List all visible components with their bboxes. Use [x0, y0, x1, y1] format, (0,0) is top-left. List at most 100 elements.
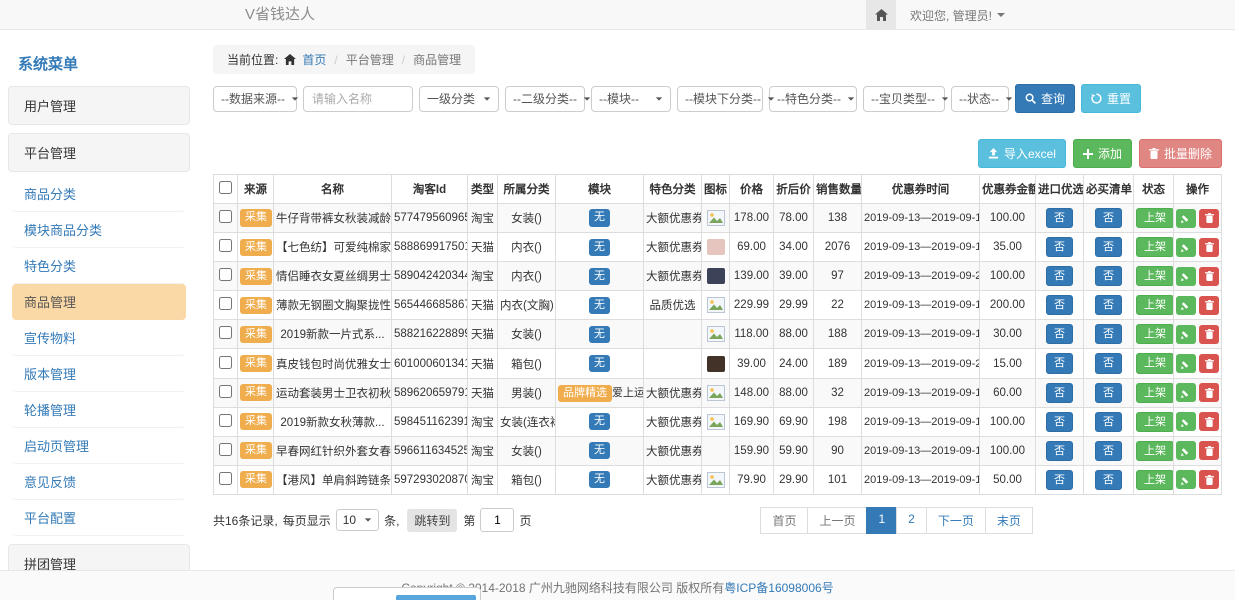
delete-button[interactable] — [1199, 412, 1219, 431]
delete-button[interactable] — [1199, 209, 1219, 228]
import-select-toggle[interactable]: 否 — [1046, 353, 1073, 373]
status-button[interactable]: 上架 — [1136, 208, 1174, 228]
status-button[interactable]: 上架 — [1136, 295, 1174, 315]
import-select-toggle[interactable]: 否 — [1046, 383, 1073, 403]
must-buy-toggle[interactable]: 否 — [1095, 470, 1122, 490]
edit-button[interactable] — [1176, 441, 1196, 460]
filter-select-module-subcategory[interactable]: --模块下分类-- — [677, 86, 763, 112]
status-button[interactable]: 上架 — [1136, 237, 1174, 257]
status-button[interactable]: 上架 — [1136, 266, 1174, 286]
delete-button[interactable] — [1199, 383, 1219, 402]
sidebar-subitem-1-0[interactable]: 商品分类 — [12, 176, 186, 212]
row-checkbox[interactable] — [219, 356, 232, 369]
import-select-toggle[interactable]: 否 — [1046, 295, 1073, 315]
status-button[interactable]: 上架 — [1136, 412, 1174, 432]
sidebar-subitem-1-2[interactable]: 特色分类 — [12, 248, 186, 284]
filter-select-primary-category[interactable]: 一级分类 — [419, 86, 499, 112]
row-checkbox[interactable] — [219, 385, 232, 398]
reset-button[interactable]: 重置 — [1081, 84, 1141, 113]
edit-button[interactable] — [1176, 325, 1196, 344]
delete-button[interactable] — [1199, 325, 1219, 344]
sidebar-subitem-1-7[interactable]: 启动页管理 — [12, 428, 186, 464]
per-page-select[interactable]: 10 — [336, 509, 379, 531]
edit-button[interactable] — [1176, 238, 1196, 257]
breadcrumb-home-link[interactable]: 首页 — [302, 51, 326, 68]
row-checkbox[interactable] — [219, 239, 232, 252]
sidebar-group-0[interactable]: 用户管理 — [8, 86, 190, 125]
row-checkbox[interactable] — [219, 414, 232, 427]
status-button[interactable]: 上架 — [1136, 383, 1174, 403]
must-buy-toggle[interactable]: 否 — [1095, 441, 1122, 461]
page-number-input[interactable] — [480, 508, 514, 532]
status-button[interactable]: 上架 — [1136, 324, 1174, 344]
filter-select-feature-category[interactable]: --特色分类-- — [769, 86, 857, 112]
must-buy-toggle[interactable]: 否 — [1095, 412, 1122, 432]
pager-button-末页[interactable]: 末页 — [985, 507, 1033, 534]
import-select-toggle[interactable]: 否 — [1046, 208, 1073, 228]
pager-button-上一页[interactable]: 上一页 — [807, 507, 867, 534]
search-button[interactable]: 查询 — [1015, 84, 1075, 113]
edit-button[interactable] — [1176, 354, 1196, 373]
pager-button-首页[interactable]: 首页 — [760, 507, 808, 534]
delete-button[interactable] — [1199, 296, 1219, 315]
must-buy-toggle[interactable]: 否 — [1095, 324, 1122, 344]
import-select-toggle[interactable]: 否 — [1046, 324, 1073, 344]
must-buy-toggle[interactable]: 否 — [1095, 237, 1122, 257]
row-checkbox[interactable] — [219, 210, 232, 223]
home-button[interactable] — [866, 0, 896, 30]
must-buy-toggle[interactable]: 否 — [1095, 353, 1122, 373]
row-checkbox[interactable] — [219, 297, 232, 310]
sidebar-subitem-1-3[interactable]: 商品管理 — [12, 284, 186, 320]
edit-button[interactable] — [1176, 383, 1196, 402]
pager-button-2[interactable]: 2 — [896, 507, 927, 534]
sidebar-subitem-1-5[interactable]: 版本管理 — [12, 356, 186, 392]
import-excel-button[interactable]: 导入excel — [978, 139, 1066, 168]
icp-link[interactable]: 粤ICP备16098006号 — [724, 581, 833, 595]
name-search-input[interactable] — [303, 86, 413, 112]
select-all-checkbox[interactable] — [219, 181, 232, 194]
must-buy-toggle[interactable]: 否 — [1095, 295, 1122, 315]
add-button[interactable]: 添加 — [1073, 139, 1132, 168]
delete-button[interactable] — [1199, 441, 1219, 460]
import-select-toggle[interactable]: 否 — [1046, 237, 1073, 257]
import-select-toggle[interactable]: 否 — [1046, 412, 1073, 432]
status-button[interactable]: 上架 — [1136, 353, 1174, 373]
import-select-toggle[interactable]: 否 — [1046, 441, 1073, 461]
row-checkbox[interactable] — [219, 268, 232, 281]
filter-select-secondary-category[interactable]: --二级分类-- — [505, 86, 585, 112]
edit-button[interactable] — [1176, 267, 1196, 286]
row-checkbox[interactable] — [219, 443, 232, 456]
must-buy-toggle[interactable]: 否 — [1095, 383, 1122, 403]
filter-select-status[interactable]: --状态-- — [951, 86, 1009, 112]
import-select-toggle[interactable]: 否 — [1046, 266, 1073, 286]
sidebar-subitem-1-4[interactable]: 宣传物料 — [12, 320, 186, 356]
must-buy-toggle[interactable]: 否 — [1095, 208, 1122, 228]
sidebar-subitem-1-8[interactable]: 意见反馈 — [12, 464, 186, 500]
sidebar-subitem-1-9[interactable]: 平台配置 — [12, 500, 186, 536]
must-buy-toggle[interactable]: 否 — [1095, 266, 1122, 286]
row-checkbox[interactable] — [219, 326, 232, 339]
edit-button[interactable] — [1176, 412, 1196, 431]
filter-select-item-type[interactable]: --宝贝类型-- — [863, 86, 945, 112]
delete-button[interactable] — [1199, 238, 1219, 257]
edit-button[interactable] — [1176, 209, 1196, 228]
sidebar-subitem-1-1[interactable]: 模块商品分类 — [12, 212, 186, 248]
delete-button[interactable] — [1199, 267, 1219, 286]
edit-button[interactable] — [1176, 296, 1196, 315]
jump-to-button[interactable]: 跳转到 — [407, 509, 457, 532]
status-button[interactable]: 上架 — [1136, 470, 1174, 490]
pager-button-1[interactable]: 1 — [866, 507, 897, 534]
user-menu[interactable]: 欢迎您, 管理员! — [896, 0, 1019, 30]
filter-select-data-source[interactable]: --数据来源-- — [213, 86, 297, 112]
delete-button[interactable] — [1199, 470, 1219, 489]
edit-button[interactable] — [1176, 470, 1196, 489]
import-select-toggle[interactable]: 否 — [1046, 470, 1073, 490]
status-button[interactable]: 上架 — [1136, 441, 1174, 461]
pager-button-下一页[interactable]: 下一页 — [926, 507, 986, 534]
delete-button[interactable] — [1199, 354, 1219, 373]
batch-delete-button[interactable]: 批量删除 — [1139, 139, 1222, 168]
sidebar-group-1[interactable]: 平台管理 — [8, 133, 190, 172]
row-checkbox[interactable] — [219, 472, 232, 485]
filter-select-module[interactable]: --模块-- — [591, 86, 671, 112]
sidebar-subitem-1-6[interactable]: 轮播管理 — [12, 392, 186, 428]
